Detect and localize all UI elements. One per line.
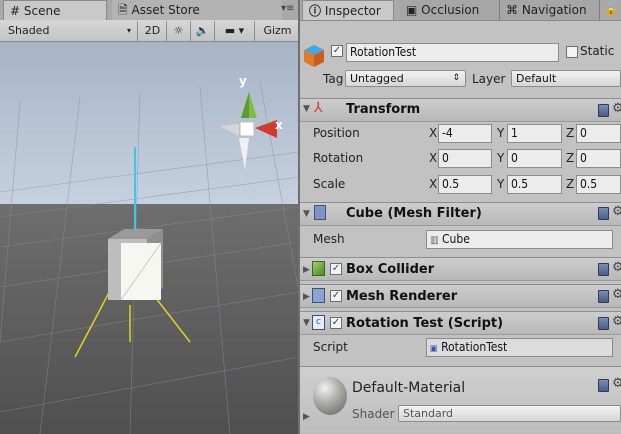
position-x-label: X: [429, 126, 438, 140]
foldout-arrow-icon[interactable]: ▶: [303, 292, 310, 302]
shading-mode-dropdown[interactable]: Shaded ▾: [0, 21, 138, 41]
position-z-label: Z: [566, 126, 575, 140]
transform-icon: ⅄: [314, 100, 323, 116]
foldout-arrow-icon[interactable]: ▼: [303, 209, 310, 219]
script-icon: c: [312, 315, 325, 330]
shader-label: Shader: [352, 407, 395, 421]
active-checkbox[interactable]: ✓: [331, 45, 343, 57]
occlusion-icon: ▣: [406, 3, 418, 17]
gameobject-icon: [303, 44, 325, 68]
scale-label: Scale: [313, 177, 346, 191]
gear-icon[interactable]: ⚙: [612, 204, 621, 219]
position-z-field[interactable]: 0: [576, 124, 621, 143]
navigation-icon: ⌘: [506, 3, 518, 17]
mesh-renderer-title: Mesh Renderer: [346, 289, 458, 304]
scale-x-field[interactable]: 0.5: [438, 175, 492, 194]
help-book-icon[interactable]: [598, 379, 609, 392]
box-collider-title: Box Collider: [346, 262, 435, 277]
orientation-gizmo[interactable]: y x: [215, 70, 295, 180]
audio-toggle-icon[interactable]: 🔈: [191, 21, 215, 41]
gizmos-dropdown[interactable]: Gizm: [256, 21, 299, 41]
rotation-script-title: Rotation Test (Script): [346, 316, 504, 331]
gizmo-y-label: y: [239, 74, 247, 88]
rotation-x-field[interactable]: 0: [438, 149, 492, 168]
rotation-script-enabled-checkbox[interactable]: ✓: [330, 317, 342, 329]
position-y-field[interactable]: 1: [507, 124, 562, 143]
gear-icon[interactable]: ⚙: [612, 260, 621, 275]
mesh-asset-icon: ▥: [430, 235, 439, 246]
gear-icon[interactable]: ⚙: [612, 376, 621, 391]
help-book-icon[interactable]: [598, 317, 609, 330]
static-label: Static: [580, 44, 615, 58]
tab-navigation[interactable]: ⌘ Navigation: [500, 0, 600, 20]
gear-icon[interactable]: ⚙: [612, 101, 621, 116]
mesh-renderer-enabled-checkbox[interactable]: ✓: [330, 290, 342, 302]
tab-inspector[interactable]: ⓘ Inspector: [302, 0, 394, 20]
gear-icon[interactable]: ⚙: [612, 287, 621, 302]
position-y-label: Y: [497, 126, 505, 140]
material-preview-sphere: [313, 377, 347, 415]
2d-toggle-button[interactable]: 2D: [139, 21, 167, 41]
asset-store-icon: 🗎: [118, 3, 128, 17]
info-icon: ⓘ: [309, 4, 322, 18]
tab-scene[interactable]: # Scene: [3, 0, 107, 20]
material-section: [300, 366, 621, 434]
mesh-renderer-icon: [312, 288, 325, 303]
shader-dropdown[interactable]: Standard: [398, 405, 621, 422]
foldout-arrow-icon[interactable]: ▼: [303, 318, 310, 328]
foldout-arrow-icon[interactable]: ▶: [303, 412, 310, 422]
position-x-field[interactable]: -4: [438, 124, 492, 143]
material-name: Default-Material: [352, 380, 466, 396]
effects-dropdown-icon[interactable]: ▬ ▾: [215, 21, 255, 41]
rotation-z-label: Z: [566, 151, 575, 165]
script-field[interactable]: ▣ RotationTest: [426, 338, 613, 357]
scale-x-label: X: [429, 177, 438, 191]
box-collider-enabled-checkbox[interactable]: ✓: [330, 263, 342, 275]
position-label: Position: [313, 126, 360, 140]
box-collider-icon: [312, 261, 325, 276]
help-book-icon[interactable]: [598, 263, 609, 276]
rotation-x-label: X: [429, 151, 438, 165]
scene-panel: # Scene 🗎 Asset Store ▾≡ Shaded ▾ 2D ☼ 🔈…: [0, 0, 299, 434]
mesh-filter-title: Cube (Mesh Filter): [346, 206, 482, 221]
dropdown-arrow-icon: ▾: [126, 26, 131, 35]
layer-label: Layer: [472, 72, 506, 86]
help-book-icon[interactable]: [598, 207, 609, 220]
transform-title: Transform: [346, 102, 421, 117]
help-book-icon[interactable]: [598, 104, 609, 117]
script-asset-icon: ▣: [430, 344, 438, 354]
rotation-y-label: Y: [497, 151, 505, 165]
object-name-field[interactable]: RotationTest: [346, 43, 559, 62]
layer-dropdown[interactable]: Default: [511, 70, 621, 87]
panel-menu-icon[interactable]: ▾≡: [281, 3, 294, 14]
static-checkbox[interactable]: [566, 46, 578, 58]
mesh-label: Mesh: [313, 232, 345, 246]
foldout-arrow-icon[interactable]: ▶: [303, 265, 310, 275]
rotation-y-field[interactable]: 0: [507, 149, 562, 168]
gizmo-x-label: x: [275, 118, 283, 132]
rotation-z-field[interactable]: 0: [576, 149, 621, 168]
tag-label: Tag: [323, 72, 344, 86]
scale-z-field[interactable]: 0.5: [576, 175, 621, 194]
scene-grid-icon: #: [10, 4, 21, 18]
scale-z-label: Z: [566, 177, 575, 191]
script-label: Script: [313, 340, 348, 354]
dropdown-arrows-icon: ⇕: [452, 73, 460, 83]
selected-cube[interactable]: [108, 229, 163, 301]
tag-dropdown[interactable]: Untagged ⇕: [345, 70, 466, 87]
foldout-arrow-icon[interactable]: ▼: [303, 104, 310, 114]
mesh-filter-icon: [314, 205, 326, 220]
lighting-toggle-icon[interactable]: ☼: [167, 21, 191, 41]
rotation-label: Rotation: [313, 151, 364, 165]
tab-occlusion[interactable]: ▣ Occlusion: [400, 0, 500, 20]
mesh-field[interactable]: ▥ Cube: [426, 230, 613, 249]
lock-icon[interactable]: 🔒: [604, 3, 618, 16]
scale-y-label: Y: [497, 177, 505, 191]
help-book-icon[interactable]: [598, 290, 609, 303]
gear-icon[interactable]: ⚙: [612, 314, 621, 329]
scale-y-field[interactable]: 0.5: [507, 175, 562, 194]
tab-asset-store[interactable]: 🗎 Asset Store: [112, 0, 282, 20]
